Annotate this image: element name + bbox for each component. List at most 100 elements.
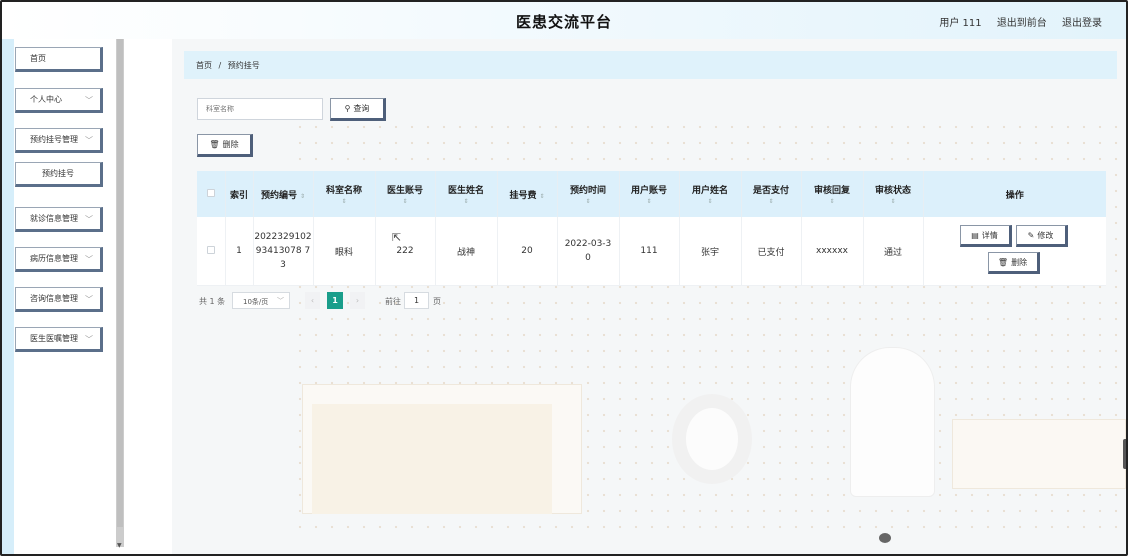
col-header-doctor-account[interactable]: 医生账号 ⇕ bbox=[375, 171, 436, 217]
main-content: 首页 / 预约挂号 ⚲ 查询 🗑 删除 索引 预约编号⇕ 科室名称⇕ 医生账号⇕… bbox=[172, 39, 1126, 554]
goto-label: 前往 bbox=[385, 297, 401, 306]
sidebar-item-home[interactable]: 首页 bbox=[15, 47, 103, 72]
col-header-user-account[interactable]: 用户账号 ⇕ bbox=[619, 171, 680, 217]
col-header-doctor-name[interactable]: 医生姓名 ⇕ bbox=[435, 171, 498, 217]
mouse-cursor-icon: ⇱ bbox=[392, 231, 402, 244]
row-delete-button[interactable]: 🗑 删除 bbox=[987, 252, 1040, 274]
goto-page-input[interactable]: 1 bbox=[404, 292, 429, 309]
breadcrumb-current: 预约挂号 bbox=[227, 61, 260, 70]
chevron-down-icon: ﹀ bbox=[85, 136, 93, 145]
sidebar-item-personal-center[interactable]: 个人中心 ﹀ bbox=[15, 88, 103, 113]
col-header-label: 是否支付 bbox=[752, 186, 789, 196]
col-header-paid[interactable]: 是否支付 ⇕ bbox=[741, 171, 802, 217]
background-box bbox=[312, 404, 552, 514]
col-header-label: 索引 bbox=[229, 190, 248, 201]
sort-icon[interactable]: ⇕ bbox=[300, 193, 305, 200]
col-header-actions: 操作 bbox=[923, 171, 1106, 217]
detail-button[interactable]: ▤ 详情 bbox=[959, 225, 1012, 247]
row-delete-label: 删除 bbox=[1011, 257, 1028, 267]
cell-fee: 20 bbox=[497, 217, 558, 286]
sidebar-item-visit-management[interactable]: 就诊信息管理 ﹀ bbox=[15, 207, 103, 232]
sort-icon[interactable]: ⇕ bbox=[558, 198, 619, 205]
chevron-down-icon: ﹀ bbox=[277, 297, 284, 305]
logout-link[interactable]: 退出登录 bbox=[1062, 18, 1102, 29]
trash-icon: 🗑 bbox=[209, 140, 220, 149]
edit-button[interactable]: ✎ 修改 bbox=[1015, 225, 1068, 247]
search-icon: ⚲ bbox=[344, 104, 351, 113]
sidebar-item-label: 个人中心 bbox=[30, 95, 62, 104]
cell-status: 通过 bbox=[863, 217, 924, 286]
select-all-checkbox[interactable] bbox=[206, 188, 215, 197]
sort-icon[interactable]: ⇕ bbox=[620, 198, 679, 205]
sidebar-item-advice-management[interactable]: 医生医嘱管理 ﹀ bbox=[15, 327, 103, 352]
breadcrumb-home[interactable]: 首页 bbox=[196, 61, 212, 70]
row-checkbox[interactable] bbox=[206, 245, 215, 254]
search-button-label: 查询 bbox=[353, 104, 370, 113]
background-roll bbox=[672, 394, 752, 484]
sidebar-item-label: 病历信息管理 bbox=[30, 254, 78, 263]
cell-department: 眼科 bbox=[313, 217, 376, 286]
window-edge-handle[interactable] bbox=[1123, 439, 1126, 469]
col-header-department[interactable]: 科室名称 ⇕ bbox=[313, 171, 376, 217]
sidebar-item-label: 预约挂号管理 bbox=[30, 135, 78, 144]
background-cylinder bbox=[850, 347, 935, 497]
sort-icon[interactable]: ⇕ bbox=[802, 198, 863, 205]
booking-table: 索引 预约编号 ⇕ 科室名称 ⇕ 医生账号 ⇕ 医生姓名 ⇕ 挂号费 ⇕ 预约时间 ⇕ 用户… bbox=[197, 171, 1106, 286]
sidebar-item-booking-management[interactable]: 预约挂号管理 ﹀ bbox=[15, 128, 103, 153]
batch-delete-button[interactable]: 🗑 删除 bbox=[197, 134, 253, 157]
sidebar-scrollbar-thumb[interactable] bbox=[117, 39, 123, 527]
col-header-label: 操作 bbox=[1005, 190, 1024, 201]
cell-doctor-account: 222 bbox=[375, 217, 436, 286]
scroll-down-arrow-icon[interactable]: ▼ bbox=[117, 542, 122, 549]
sidebar-item-label: 咨询信息管理 bbox=[30, 294, 78, 303]
col-header-label: 医生账号 bbox=[386, 186, 423, 196]
cell-paid: 已支付 bbox=[741, 217, 802, 286]
sidebar-stripe bbox=[2, 39, 14, 554]
page-size-select[interactable]: 10条/页 ﹀ bbox=[232, 292, 290, 309]
batch-delete-label: 删除 bbox=[222, 140, 239, 149]
detail-button-label: 详情 bbox=[981, 230, 998, 240]
sidebar-item-consult-management[interactable]: 咨询信息管理 ﹀ bbox=[15, 287, 103, 312]
col-header-label: 医生姓名 bbox=[447, 186, 484, 196]
col-header-label: 科室名称 bbox=[325, 186, 362, 196]
col-header-time[interactable]: 预约时间 ⇕ bbox=[557, 171, 620, 217]
trash-icon: 🗑 bbox=[997, 257, 1009, 267]
next-page-button[interactable]: › bbox=[350, 292, 365, 309]
col-header-label: 挂号费 bbox=[509, 190, 537, 201]
sidebar-item-record-management[interactable]: 病历信息管理 ﹀ bbox=[15, 247, 103, 272]
cell-time: 2022-03-30 bbox=[557, 217, 620, 286]
sort-icon[interactable]: ⇕ bbox=[864, 198, 923, 205]
row-actions: ▤ 详情 ✎ 修改 🗑 删除 bbox=[924, 217, 1107, 285]
time-text: 2022-03-30 bbox=[564, 239, 612, 263]
col-header-user-name[interactable]: 用户姓名 ⇕ bbox=[679, 171, 742, 217]
sidebar-item-label: 预约挂号 bbox=[42, 169, 74, 178]
sort-icon[interactable]: ⇕ bbox=[742, 198, 801, 205]
sidebar-item-booking[interactable]: 预约挂号 bbox=[15, 162, 103, 187]
sidebar-item-label: 医生医嘱管理 bbox=[30, 334, 78, 343]
cell-booking-no: 202232910293413078 73 bbox=[253, 217, 314, 286]
chevron-down-icon: ﹀ bbox=[85, 215, 93, 224]
col-header-status[interactable]: 审核状态 ⇕ bbox=[863, 171, 924, 217]
chevron-down-icon: ﹀ bbox=[85, 255, 93, 264]
chevron-down-icon: ﹀ bbox=[85, 96, 93, 105]
col-header-booking-no[interactable]: 预约编号 ⇕ bbox=[253, 171, 314, 217]
cell-doctor-name: 战神 bbox=[435, 217, 498, 286]
col-header-index: 索引 bbox=[225, 171, 254, 217]
sort-icon[interactable]: ⇕ bbox=[376, 198, 435, 205]
prev-page-button[interactable]: ‹ bbox=[305, 292, 320, 309]
col-header-label: 审核回复 bbox=[813, 186, 850, 196]
col-header-fee[interactable]: 挂号费 ⇕ bbox=[497, 171, 558, 217]
sort-icon[interactable]: ⇕ bbox=[436, 198, 497, 205]
department-search-input[interactable] bbox=[197, 98, 323, 120]
cell-reply: xxxxxx bbox=[801, 217, 864, 286]
col-header-label: 用户账号 bbox=[630, 186, 667, 196]
sort-icon[interactable]: ⇕ bbox=[314, 198, 375, 205]
exit-to-front-link[interactable]: 退出到前台 bbox=[997, 18, 1047, 29]
sort-icon[interactable]: ⇕ bbox=[539, 193, 544, 200]
doc-icon: ▤ bbox=[971, 230, 979, 240]
sort-icon[interactable]: ⇕ bbox=[680, 198, 741, 205]
cell-index: 1 bbox=[225, 217, 254, 286]
page-number-current[interactable]: 1 bbox=[327, 292, 343, 309]
search-button[interactable]: ⚲ 查询 bbox=[330, 98, 386, 121]
col-header-reply[interactable]: 审核回复 ⇕ bbox=[801, 171, 864, 217]
